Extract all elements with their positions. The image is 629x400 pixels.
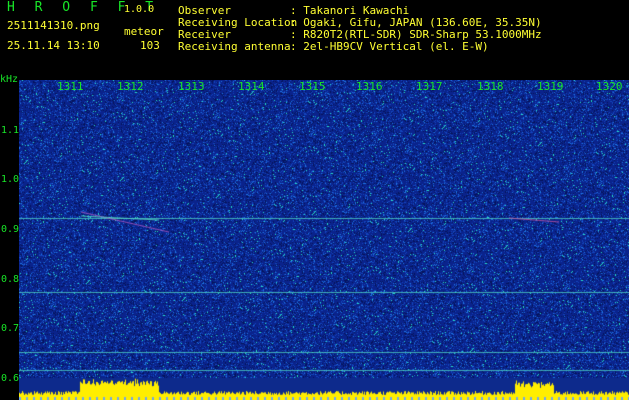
- x-axis-tick-1315: 1315: [299, 80, 326, 93]
- y-axis-tick-1-1: 1.1: [1, 125, 20, 136]
- detection-mode: meteor: [124, 25, 164, 38]
- meteor-count: 103: [140, 39, 160, 52]
- spectrogram-canvas: [19, 80, 629, 400]
- x-axis-tick-1320: 1320: [596, 80, 623, 93]
- x-axis-tick-1318: 1318: [477, 80, 504, 93]
- y-axis-tick-0-8: 0.8: [1, 274, 20, 285]
- antenna-label: Receiving antenna: [178, 40, 291, 53]
- info-antenna: Receiving antenna: 2el-HB9CV Vertical (e…: [178, 41, 489, 53]
- x-axis-tick-1319: 1319: [537, 80, 564, 93]
- y-axis-tick-0-7: 0.7: [1, 323, 20, 334]
- axis-unit-label: kHz: [0, 74, 19, 85]
- capture-datetime: 25.11.14 13:10: [7, 39, 100, 52]
- y-axis-tick-0-6: 0.6: [1, 373, 20, 384]
- x-axis-tick-1312: 1312: [117, 80, 144, 93]
- x-axis-tick-1314: 1314: [238, 80, 265, 93]
- x-axis-tick-1313: 1313: [178, 80, 205, 93]
- antenna-value: : 2el-HB9CV Vertical (el. E-W): [290, 40, 489, 53]
- app-version: 1.0.0: [124, 4, 155, 15]
- y-axis-tick-1-0: 1.0: [1, 174, 20, 185]
- x-axis-tick-1316: 1316: [356, 80, 383, 93]
- y-axis-tick-0-9: 0.9: [1, 224, 20, 235]
- file-name: 2511141310.png: [7, 19, 100, 32]
- x-axis-tick-1317: 1317: [416, 80, 443, 93]
- x-axis-tick-1311: 1311: [57, 80, 84, 93]
